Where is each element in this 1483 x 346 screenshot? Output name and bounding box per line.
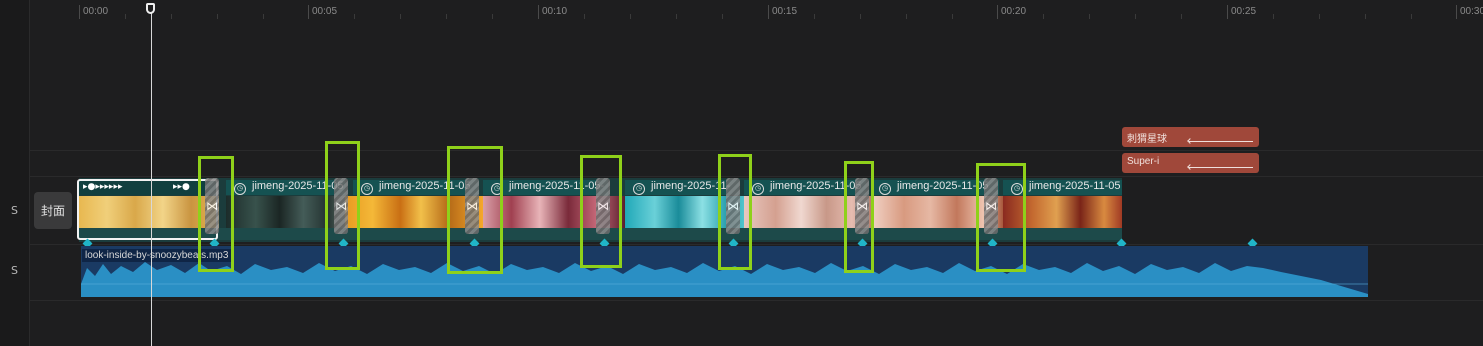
ruler-label: 00:15 (772, 6, 798, 17)
arrow-icon (1189, 141, 1253, 142)
speed-icon: ◷ (879, 183, 891, 195)
clip-title: jimeng-2025-11-05 (897, 180, 989, 192)
playhead[interactable] (151, 12, 152, 346)
highlight-box (198, 156, 234, 272)
ruler-label: 00:30 (1460, 6, 1483, 17)
row-separator (29, 300, 1483, 301)
playhead-handle[interactable] (146, 3, 155, 14)
speed-icon: ◷ (633, 183, 645, 195)
highlight-box (447, 146, 503, 274)
arrow-icon (1189, 167, 1253, 168)
ruler-label: 00:10 (542, 6, 568, 17)
ruler-tick (1227, 5, 1228, 19)
text-clip-label: Super-i (1127, 156, 1160, 167)
row-separator (29, 150, 1483, 151)
left-rail (0, 0, 30, 346)
speed-icon: ◷ (234, 183, 246, 195)
ruler-label: 00:00 (83, 6, 109, 17)
speed-icon: ◷ (361, 183, 373, 195)
text-clip[interactable]: 刺猬星球 (1122, 127, 1259, 147)
ruler-tick (79, 5, 80, 19)
ruler-label: 00:20 (1001, 6, 1027, 17)
ruler-tick (1456, 5, 1457, 19)
time-ruler[interactable]: 00:00 00:05 00:10 00:15 00:20 00:25 00:3… (79, 0, 1483, 22)
speed-icon: ◷ (752, 183, 764, 195)
text-clip[interactable]: Super-i (1122, 153, 1259, 173)
ruler-label: 00:05 (312, 6, 338, 17)
video-track-label: S (11, 204, 18, 217)
cover-button[interactable]: 封面 (34, 192, 72, 229)
ruler-tick (538, 5, 539, 19)
ruler-tick (308, 5, 309, 19)
highlight-box (844, 161, 874, 273)
ruler-tick (997, 5, 998, 19)
ruler-label: 00:25 (1231, 6, 1257, 17)
row-separator (29, 244, 1483, 245)
text-clip-label: 刺猬星球 (1127, 134, 1167, 145)
row-separator (29, 176, 1483, 177)
highlight-box (718, 154, 752, 270)
selected-clip-frame[interactable] (77, 179, 218, 240)
highlight-box (580, 155, 622, 268)
ruler-tick (768, 5, 769, 19)
audio-track-label: S (11, 264, 18, 277)
clip-title: jimeng-2025-11-05 (1029, 180, 1121, 192)
highlight-box (976, 163, 1026, 272)
highlight-box (325, 141, 360, 270)
